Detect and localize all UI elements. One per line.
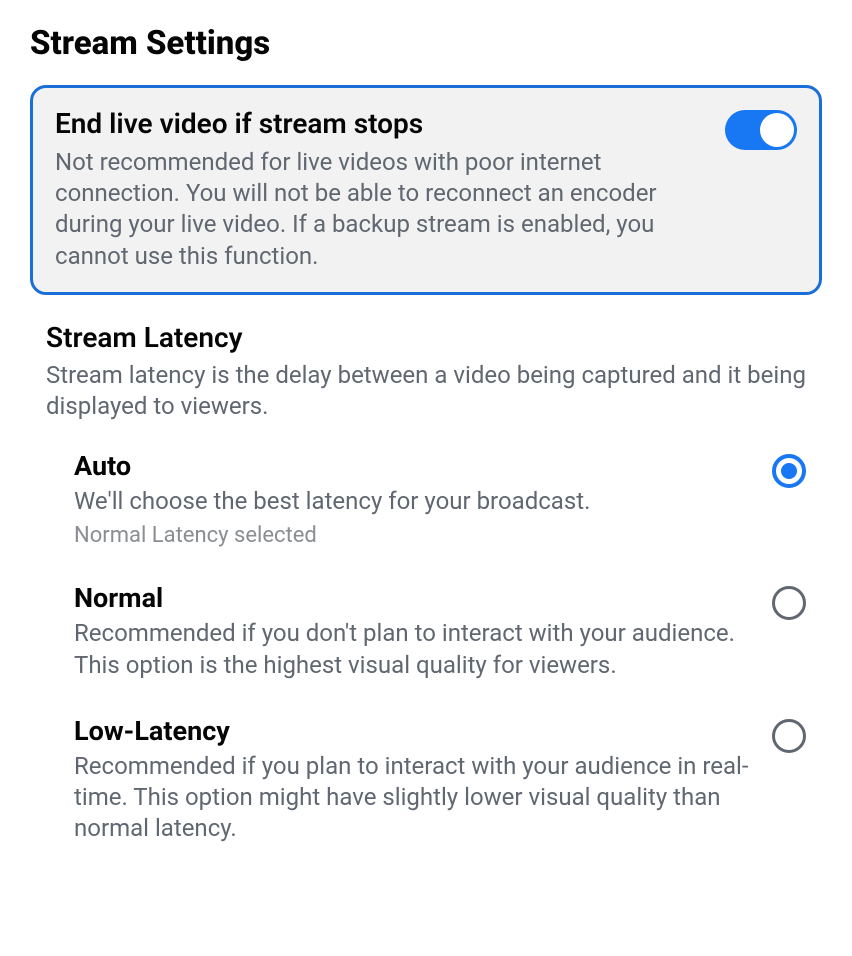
latency-option-title: Normal: [74, 582, 752, 614]
end-stream-description: Not recommended for live videos with poo…: [55, 147, 705, 272]
end-stream-text: End live video if stream stops Not recom…: [55, 106, 705, 272]
latency-option-low-latency[interactable]: Low-Latency Recommended if you plan to i…: [74, 715, 806, 845]
latency-option-title: Auto: [74, 450, 752, 482]
radio-button-unselected-icon: [772, 586, 806, 620]
latency-option-auto[interactable]: Auto We'll choose the best latency for y…: [74, 450, 806, 548]
latency-option-subtext: Normal Latency selected: [74, 523, 752, 548]
toggle-knob-icon: [760, 113, 794, 147]
latency-option-text: Normal Recommended if you don't plan to …: [74, 582, 752, 680]
end-stream-toggle[interactable]: [725, 110, 797, 150]
latency-option-normal[interactable]: Normal Recommended if you don't plan to …: [74, 582, 806, 680]
latency-option-text: Low-Latency Recommended if you plan to i…: [74, 715, 752, 845]
stream-latency-description: Stream latency is the delay between a vi…: [46, 360, 806, 422]
latency-option-description: We'll choose the best latency for your b…: [74, 486, 752, 517]
latency-option-text: Auto We'll choose the best latency for y…: [74, 450, 752, 548]
radio-button-unselected-icon: [772, 719, 806, 753]
radio-button-selected-icon: [772, 454, 806, 488]
latency-option-description: Recommended if you don't plan to interac…: [74, 618, 752, 680]
latency-radio-group: Auto We'll choose the best latency for y…: [30, 450, 822, 844]
latency-option-description: Recommended if you plan to interact with…: [74, 751, 752, 845]
page-title: Stream Settings: [30, 24, 822, 63]
end-stream-title: End live video if stream stops: [55, 106, 705, 141]
end-stream-setting-card: End live video if stream stops Not recom…: [30, 85, 822, 295]
stream-latency-title: Stream Latency: [46, 321, 806, 354]
latency-option-title: Low-Latency: [74, 715, 752, 747]
